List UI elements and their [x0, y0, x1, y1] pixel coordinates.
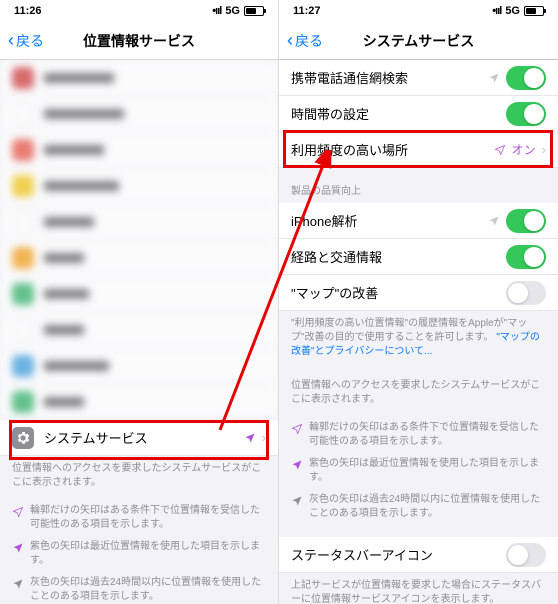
app-list-blurred [0, 60, 278, 420]
cell-label: ステータスバーアイコン [291, 545, 506, 564]
network-label: 5G [225, 5, 240, 17]
cell-value: オン [512, 141, 536, 158]
cell-label: "マップ"の改善 [291, 283, 506, 302]
location-arrow-purple-icon [291, 458, 303, 470]
legend-item: 輪郭だけの矢印はある条件下で位置情報を受信した可能性のある項目を示します。 [279, 417, 558, 453]
screen-system-services: 11:27 •ııl 5G ‹ 戻る システムサービス 携帯電話通信網検索 [279, 0, 558, 604]
cell-label: iPhone解析 [291, 211, 488, 230]
cell-timezone[interactable]: 時間帯の設定 [279, 96, 558, 132]
back-label: 戻る [295, 31, 323, 51]
toggle-switch[interactable] [506, 209, 546, 233]
status-time: 11:26 [14, 5, 42, 17]
cell-label: 携帯電話通信網検索 [291, 68, 488, 87]
section-footer: 位置情報へのアクセスを要求したシステムサービスがここに表示されます。 [0, 456, 278, 500]
location-arrow-gray-icon [488, 72, 500, 84]
location-arrow-gray-icon [12, 577, 24, 589]
chevron-left-icon: ‹ [8, 30, 14, 51]
toggle-switch[interactable] [506, 245, 546, 269]
cell-significant-locations[interactable]: 利用頻度の高い場所 オン › [279, 132, 558, 168]
chevron-right-icon: › [542, 142, 546, 157]
gear-icon [12, 427, 34, 449]
legend-item: 輪郭だけの矢印はある条件下で位置情報を受信した可能性のある項目を示します。 [0, 500, 278, 536]
location-arrow-gray-icon [291, 494, 303, 506]
nav-header: ‹ 戻る システムサービス [279, 22, 558, 60]
cell-network-search[interactable]: 携帯電話通信網検索 [279, 60, 558, 96]
legend-item: 紫色の矢印は最近位置情報を使用した項目を示します。 [0, 536, 278, 572]
toggle-switch[interactable] [506, 102, 546, 126]
cell-label: 利用頻度の高い場所 [291, 140, 494, 159]
location-arrow-gray-icon [488, 215, 500, 227]
status-bar: 11:26 •ııl 5G [0, 0, 278, 22]
status-bar: 11:27 •ııl 5G [279, 0, 558, 22]
network-label: 5G [505, 5, 520, 17]
page-title: 位置情報サービス [83, 31, 195, 51]
signal-icon: •ııl [492, 5, 501, 17]
section-footer: 位置情報へのアクセスを要求したシステムサービスがここに表示されます。 [279, 369, 558, 417]
location-arrow-outline-icon [291, 422, 303, 434]
legend-item: 紫色の矢印は最近位置情報を使用した項目を示します。 [279, 453, 558, 489]
screen-location-services: 11:26 •ııl 5G ‹ 戻る 位置情報サービス [0, 0, 279, 604]
toggle-switch[interactable] [506, 66, 546, 90]
legend-item: 灰色の矢印は過去24時間以内に位置情報を使用したことのある項目を示します。 [0, 572, 278, 604]
location-arrow-icon [244, 432, 256, 444]
page-title: システムサービス [363, 31, 475, 51]
back-label: 戻る [16, 31, 44, 51]
cell-routing-traffic[interactable]: 経路と交通情報 [279, 239, 558, 275]
location-arrow-outline-icon [494, 144, 506, 156]
section-footer: "利用頻度の高い位置情報"の履歴情報をAppleが"マップ"改善の目的で使用する… [279, 311, 558, 369]
location-arrow-purple-icon [12, 541, 24, 553]
nav-header: ‹ 戻る 位置情報サービス [0, 22, 278, 60]
location-arrow-outline-icon [12, 505, 24, 517]
section-footer: 上記サービスが位置情報を要求した場合にステータスバーに位置情報サービスアイコンを… [279, 573, 558, 604]
toggle-switch[interactable] [506, 281, 546, 305]
cell-label: 時間帯の設定 [291, 104, 506, 123]
chevron-right-icon: › [262, 430, 266, 445]
cell-statusbar-icon[interactable]: ステータスバーアイコン [279, 537, 558, 573]
cell-improve-maps[interactable]: "マップ"の改善 [279, 275, 558, 311]
status-time: 11:27 [293, 5, 321, 17]
section-header: 製品の品質向上 [279, 168, 558, 203]
battery-icon [244, 6, 264, 16]
cell-label: 経路と交通情報 [291, 247, 506, 266]
signal-icon: •ııl [212, 5, 221, 17]
battery-icon [524, 6, 544, 16]
cell-label: システムサービス [44, 428, 244, 447]
cell-iphone-analytics[interactable]: iPhone解析 [279, 203, 558, 239]
legend-item: 灰色の矢印は過去24時間以内に位置情報を使用したことのある項目を示します。 [279, 489, 558, 525]
system-services-row[interactable]: システムサービス › [0, 420, 278, 456]
toggle-switch[interactable] [506, 543, 546, 567]
chevron-left-icon: ‹ [287, 30, 293, 51]
back-button[interactable]: ‹ 戻る [279, 30, 323, 51]
back-button[interactable]: ‹ 戻る [0, 30, 44, 51]
